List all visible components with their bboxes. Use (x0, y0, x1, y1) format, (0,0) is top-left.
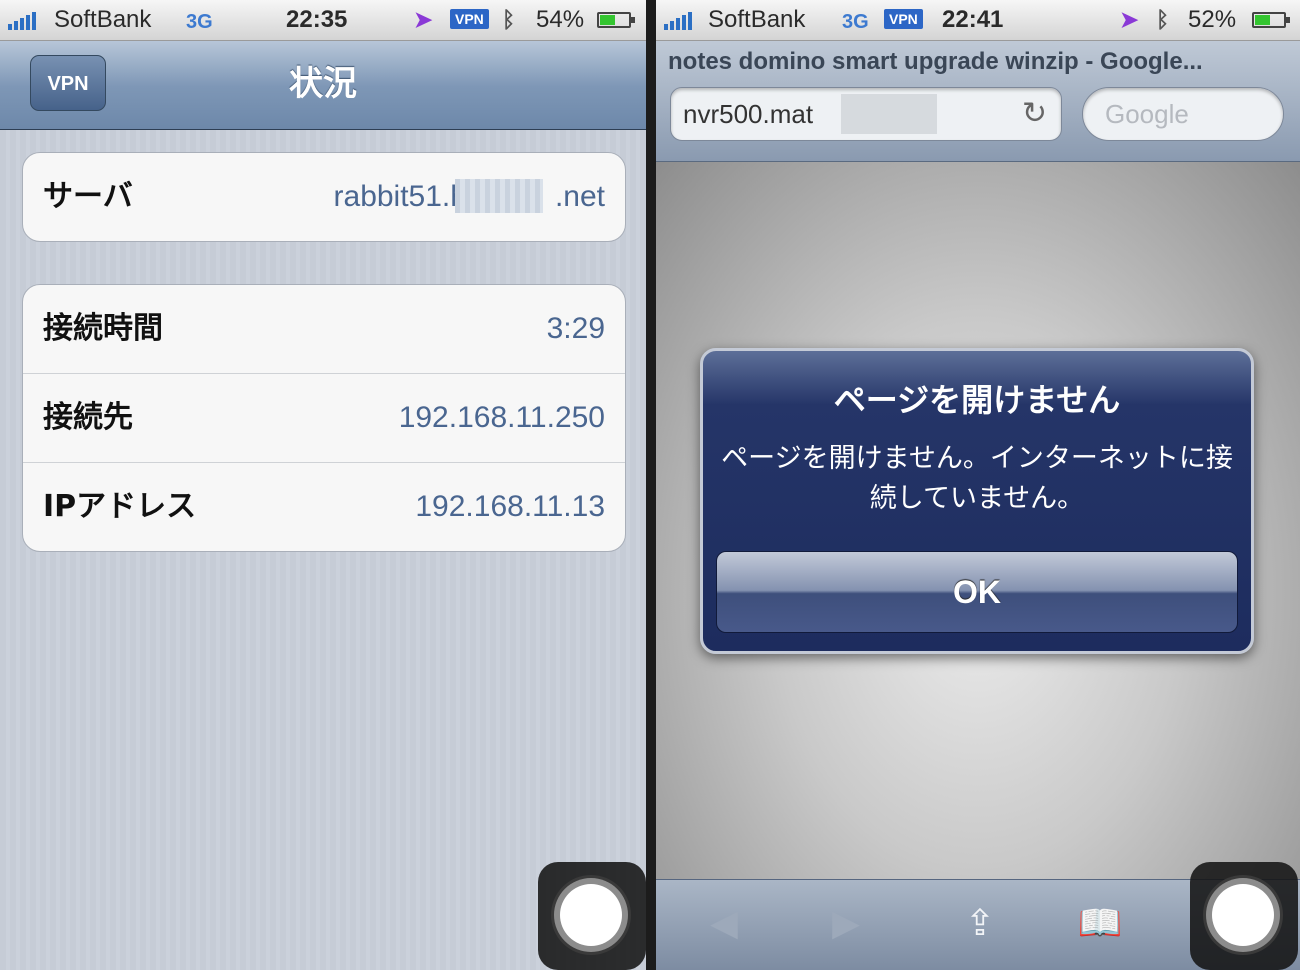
ip-address-row: IPアドレス 192.168.11.13 (23, 462, 625, 551)
ip-address-value: 192.168.11.13 (415, 490, 605, 523)
page-title: 状況 (289, 64, 357, 104)
alert-dialog: ページを開けません ページを開けません。インターネットに接続していません。 OK (700, 348, 1254, 654)
alert-ok-button[interactable]: OK (716, 551, 1238, 633)
location-arrow-icon: ➤ (1120, 7, 1139, 32)
web-page-title: notes domino smart upgrade winzip - Goog… (668, 48, 1203, 75)
connect-time-row: 接続時間 3:29 (23, 285, 625, 373)
server-row: サーバ rabbit51.h .net (23, 153, 625, 241)
server-group: サーバ rabbit51.h .net (22, 152, 626, 242)
server-value-prefix: rabbit51.h (333, 180, 467, 213)
url-field[interactable]: nvr500.mat ↻ (670, 87, 1062, 141)
redacted-area (455, 179, 543, 213)
safari-address-bar: notes domino smart upgrade winzip - Goog… (656, 41, 1300, 162)
navigation-bar: VPN 状況 (0, 41, 646, 130)
server-label: サーバ (43, 179, 133, 214)
assistive-touch-icon[interactable] (1190, 862, 1298, 970)
destination-value: 192.168.11.250 (398, 401, 605, 434)
status-bar: SoftBank 3G 22:35 ➤ VPN ᛒ 54% (0, 0, 646, 41)
connect-time-value: 3:29 (546, 312, 605, 345)
carrier-label: SoftBank (54, 6, 152, 33)
search-field[interactable]: Google (1082, 87, 1284, 141)
destination-row: 接続先 192.168.11.250 (23, 373, 625, 462)
ip-address-label: IPアドレス (43, 489, 197, 524)
signal-bars-icon (8, 10, 36, 30)
bookmarks-icon[interactable]: 📖 (1070, 902, 1130, 946)
connection-info-group: 接続時間 3:29 接続先 192.168.11.250 IPアドレス 192.… (22, 284, 626, 552)
destination-label: 接続先 (43, 400, 133, 435)
clock: 22:41 (942, 6, 1004, 33)
vpn-badge: VPN (884, 9, 923, 29)
safari-error-screen: SoftBank 3G VPN 22:41 ➤ ᛒ 52% notes domi… (656, 0, 1300, 970)
reload-icon[interactable]: ↻ (1022, 88, 1047, 140)
bluetooth-icon: ᛒ (502, 7, 516, 32)
signal-bars-icon (664, 10, 692, 30)
clock: 22:35 (286, 6, 348, 33)
network-type: 3G (186, 11, 213, 33)
connect-time-label: 接続時間 (43, 311, 163, 346)
forward-arrow-icon[interactable]: ▶ (816, 902, 876, 946)
server-value-suffix: .net (554, 180, 605, 213)
redacted-area (841, 94, 937, 134)
web-content-area: ページを開けません ページを開けません。インターネットに接続していません。 OK (656, 162, 1300, 880)
url-text: nvr500.mat (683, 99, 814, 129)
vpn-status-screen: SoftBank 3G 22:35 ➤ VPN ᛒ 54% VPN 状況 サーバ… (0, 0, 646, 970)
battery-percent: 54% (536, 6, 585, 33)
alert-title: ページを開けません (833, 381, 1121, 419)
back-arrow-icon[interactable]: ◀ (694, 902, 754, 946)
carrier-label: SoftBank (708, 6, 806, 33)
grouped-table: サーバ rabbit51.h .net 接続時間 3:29 接続先 192.168… (0, 130, 646, 970)
vpn-badge: VPN (450, 9, 489, 29)
network-type: 3G (842, 11, 869, 33)
assistive-touch-knob (560, 884, 622, 946)
bluetooth-icon: ᛒ (1156, 7, 1170, 32)
battery-percent: 52% (1188, 6, 1237, 33)
share-icon[interactable]: ⇪ (950, 902, 1010, 946)
battery-icon (1252, 12, 1290, 28)
assistive-touch-knob (1212, 884, 1274, 946)
status-bar: SoftBank 3G VPN 22:41 ➤ ᛒ 52% (656, 0, 1300, 41)
battery-icon (597, 12, 635, 28)
alert-message: ページを開けません。インターネットに接続していません。 (721, 443, 1233, 514)
location-arrow-icon: ➤ (414, 7, 433, 32)
assistive-touch-icon[interactable] (538, 862, 646, 970)
